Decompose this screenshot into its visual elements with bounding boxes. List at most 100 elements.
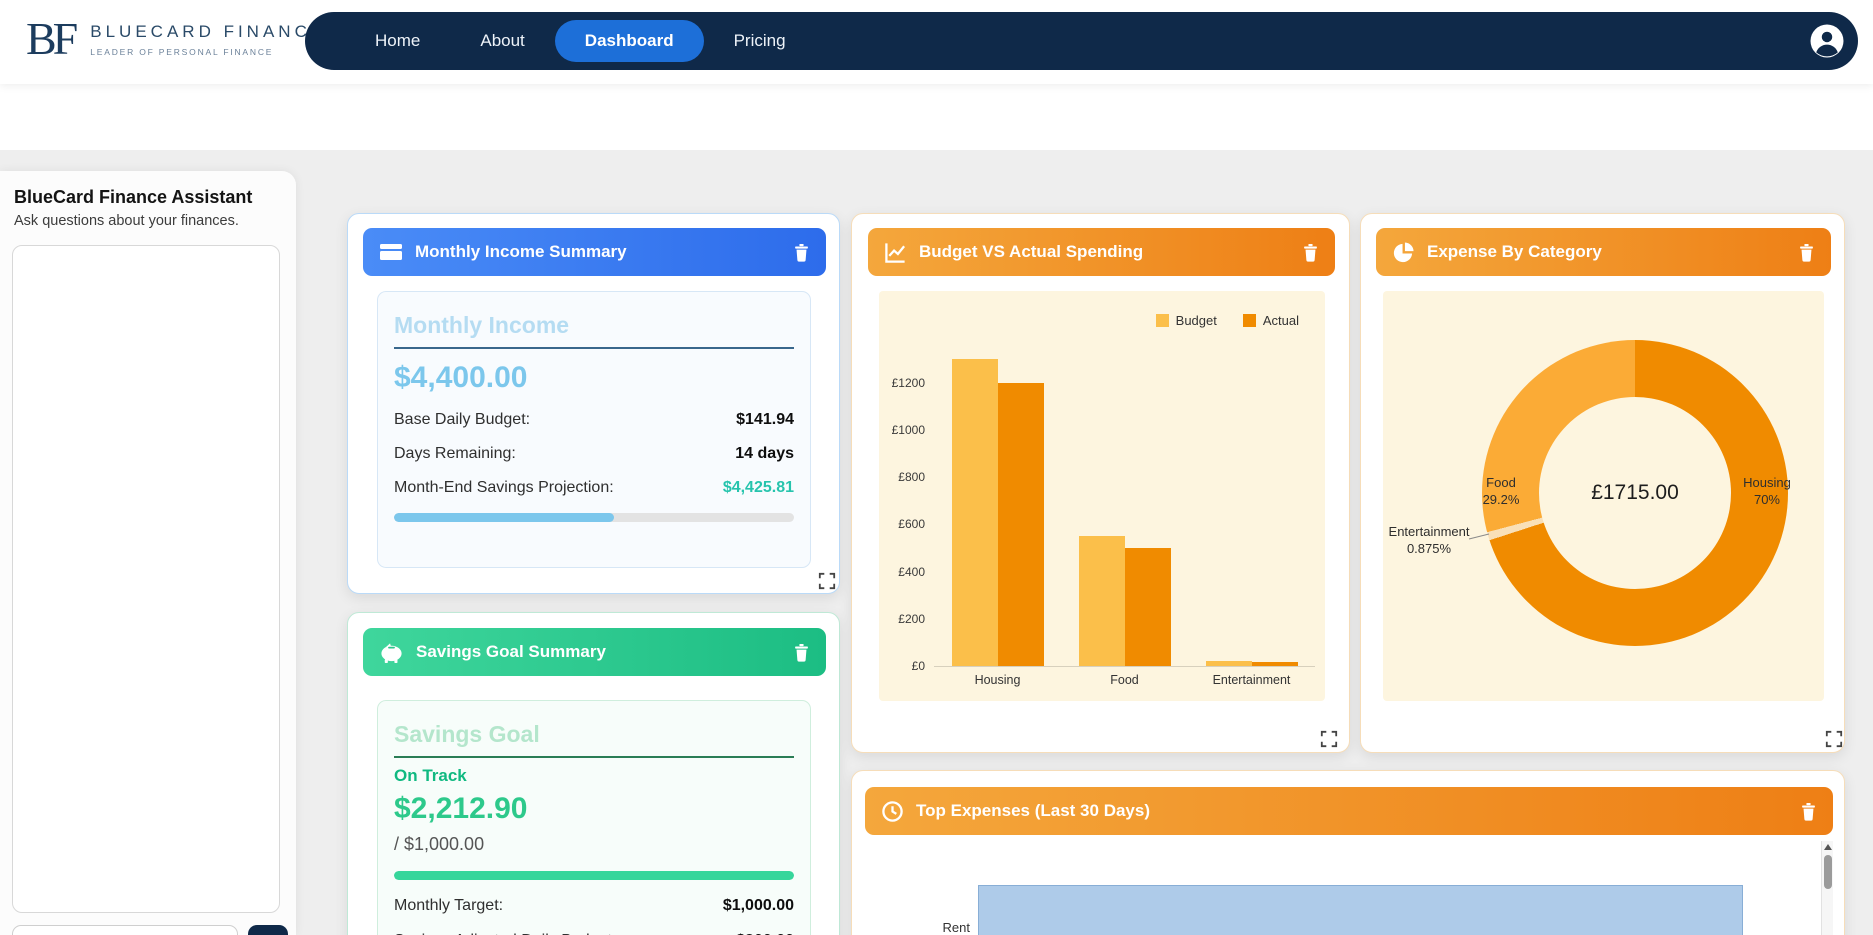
income-amount: $4,400.00 — [394, 361, 528, 394]
x-axis-label: Food — [1110, 673, 1139, 687]
donut-label-housing: Housing 70% — [1743, 475, 1791, 507]
y-tick-label: £600 — [898, 517, 925, 532]
donut-label-entertainment: Entertainment 0.875% — [1388, 524, 1470, 556]
savings-goal-body: Savings Goal On Track $2,212.90 / $1,000… — [377, 700, 811, 935]
bar-actual-housing — [997, 382, 1044, 666]
card-title: Budget VS Actual Spending — [919, 242, 1144, 261]
expand-card-button[interactable] — [1320, 729, 1340, 749]
nav-item-about[interactable]: About — [450, 20, 554, 62]
scrollbar-thumb[interactable] — [1824, 855, 1832, 889]
trash-icon — [1798, 243, 1815, 262]
monthly-income-card-header: Monthly Income Summary — [363, 228, 826, 276]
scrollbar-up-arrow[interactable] — [1824, 844, 1832, 850]
x-axis-label: Entertainment — [1212, 673, 1291, 687]
bar-actual-food — [1124, 547, 1171, 666]
donut-label-food: Food 29.2% — [1482, 475, 1520, 507]
user-avatar-button[interactable] — [1808, 22, 1846, 60]
card-title: Monthly Income Summary — [415, 242, 627, 261]
bar-group: Entertainment — [1205, 661, 1298, 687]
top-expenses-card-header: Top Expenses (Last 30 Days) — [865, 787, 1833, 835]
budget-chart-area: Budget Actual Housing Food Entertainment £0… — [879, 291, 1325, 701]
expand-card-button[interactable] — [818, 571, 838, 591]
card-scrollbar[interactable] — [1821, 841, 1833, 935]
row-value: $1,000.00 — [722, 897, 794, 914]
expand-card-button[interactable] — [1825, 729, 1845, 749]
bar-chart-plot: Housing Food Entertainment £0 £200 £400 £600 £… — [892, 326, 1315, 687]
income-progress-fill — [394, 513, 614, 522]
donut-center-label: £1715.00 — [1591, 481, 1679, 504]
donut-chart-area: £1715.00 Food 29.2% Housing 70% Entertainm… — [1383, 291, 1824, 701]
savings-progress-bar — [394, 871, 794, 880]
budget-vs-actual-card: Budget VS Actual Spending Budget Actual H… — [851, 213, 1350, 753]
assistant-input[interactable] — [12, 925, 238, 935]
bar-group: Housing — [951, 359, 1044, 687]
delete-card-button[interactable] — [1798, 243, 1815, 262]
row-label: Monthly Target: — [394, 897, 504, 914]
delete-card-button[interactable] — [1302, 243, 1319, 262]
y-tick-label: £0 — [911, 659, 925, 673]
savings-goal-card-header: Savings Goal Summary — [363, 628, 826, 676]
delete-card-button[interactable] — [793, 643, 810, 662]
bar-budget-entertainment — [1205, 661, 1252, 666]
row-label: Base Daily Budget: — [394, 411, 531, 428]
nav-item-dashboard[interactable]: Dashboard — [554, 20, 704, 62]
savings-status-badge: On Track — [394, 766, 467, 785]
brand-monogram: BF — [26, 13, 78, 64]
bar-budget-housing — [951, 359, 998, 666]
h-bar-category-label: Rent — [942, 920, 970, 935]
brand-tagline: LEADER OF PERSONAL FINANCE — [90, 46, 274, 57]
row-value: $141.94 — [736, 411, 794, 428]
assistant-panel: BlueCard Finance Assistant Ask questions… — [0, 171, 296, 935]
y-tick-label: £1200 — [891, 375, 925, 390]
income-progress-bar — [394, 513, 794, 522]
savings-amount: $2,212.90 — [394, 792, 528, 825]
clock-icon — [881, 800, 904, 823]
delete-card-button[interactable] — [1800, 802, 1817, 821]
income-row: Base Daily Budget: $141.94 — [394, 411, 794, 429]
trash-icon — [793, 643, 810, 662]
nav-item-pricing[interactable]: Pricing — [704, 20, 816, 62]
brand-name: BLUECARD FINANCE — [90, 21, 327, 41]
x-axis-label: Housing — [974, 673, 1021, 687]
donut-hole: £1715.00 — [1539, 397, 1731, 589]
trash-icon — [1800, 802, 1817, 821]
savings-progress-fill — [394, 871, 794, 880]
assistant-title: BlueCard Finance Assistant — [14, 187, 253, 207]
assistant-input-row — [12, 925, 288, 935]
brand-text-block: BLUECARD FINANCE LEADER OF PERSONAL FINA… — [90, 22, 326, 57]
row-label: Month-End Savings Projection: — [394, 479, 614, 496]
y-tick-label: £200 — [898, 611, 925, 626]
brand-logo[interactable]: BF BLUECARD FINANCE LEADER OF PERSONAL F… — [26, 16, 326, 62]
expand-icon — [1320, 730, 1340, 748]
expand-icon — [1825, 730, 1845, 748]
bar-groups: Housing Food Entertainment — [934, 359, 1315, 687]
savings-target: / $1,000.00 — [394, 834, 485, 854]
app-screen: BF BLUECARD FINANCE LEADER OF PERSONAL F… — [0, 0, 1873, 935]
expense-by-category-card: Expense By Category £1715.00 Food 29.2% … — [1360, 213, 1845, 753]
assistant-subtitle: Ask questions about your finances. — [14, 213, 239, 229]
y-tick-label: £800 — [898, 470, 925, 485]
row-value: 14 days — [735, 445, 794, 462]
line-chart-icon — [884, 241, 907, 264]
user-circle-icon — [1809, 23, 1845, 59]
income-row: Month-End Savings Projection: $4,425.81 — [394, 479, 794, 497]
monthly-income-body: Monthly Income $4,400.00 Base Daily Budg… — [377, 291, 811, 568]
assistant-send-button[interactable] — [248, 925, 288, 935]
monthly-income-card: Monthly Income Summary Monthly Income $4… — [347, 213, 840, 594]
category-card-header: Expense By Category — [1376, 228, 1831, 276]
trash-icon — [1302, 243, 1319, 262]
y-tick-label: £1000 — [891, 422, 925, 437]
expand-icon — [818, 572, 838, 590]
pie-chart-icon — [1392, 241, 1415, 264]
savings-heading: Savings Goal — [394, 721, 794, 758]
piggy-bank-icon — [379, 640, 404, 664]
rent-bar — [978, 885, 1744, 935]
main-nav: Home About Dashboard Pricing — [305, 12, 1858, 70]
x-axis-line — [934, 666, 1315, 667]
bar-budget-food — [1078, 536, 1125, 666]
card-title: Top Expenses (Last 30 Days) — [916, 801, 1150, 820]
budget-card-header: Budget VS Actual Spending — [868, 228, 1335, 276]
top-header: BF BLUECARD FINANCE LEADER OF PERSONAL F… — [0, 0, 1873, 84]
delete-card-button[interactable] — [793, 243, 810, 262]
nav-item-home[interactable]: Home — [345, 20, 450, 62]
